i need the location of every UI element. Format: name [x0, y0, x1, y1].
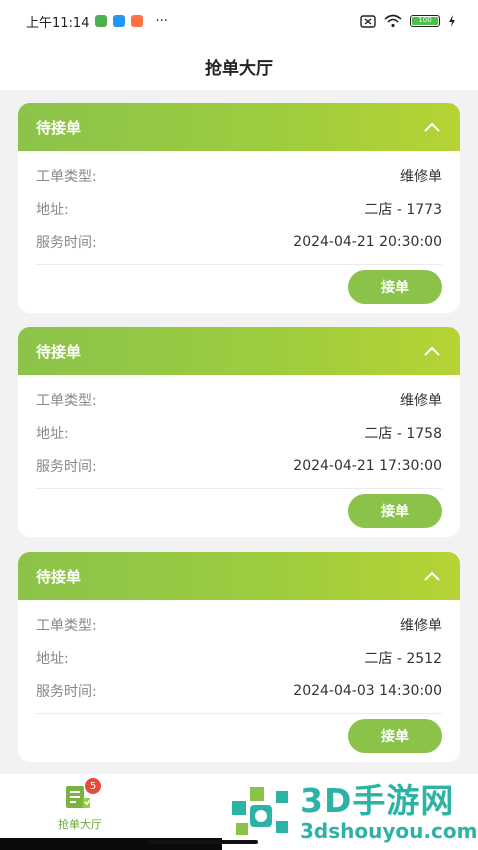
order-type-row: 工单类型: 维修单 — [36, 383, 442, 416]
order-status: 待接单 — [36, 118, 82, 137]
order-time-value: 2024-04-21 20:30:00 — [293, 233, 442, 250]
order-address-value: 二店 - 2512 — [364, 650, 442, 667]
order-type-value: 维修单 — [400, 617, 442, 634]
app-notification-icon — [131, 15, 144, 27]
battery-level: 100 — [412, 17, 438, 25]
order-address-label: 地址: — [36, 201, 69, 218]
tab-badge: 5 — [85, 778, 101, 794]
order-card-body: 工单类型: 维修单 地址: 二店 - 1758 服务时间: 2024-04-21… — [18, 375, 460, 489]
status-time: 上午11:14 — [26, 15, 90, 31]
order-time-row: 服务时间: 2024-04-03 14:30:00 — [36, 674, 442, 707]
order-time-row: 服务时间: 2024-04-21 17:30:00 — [36, 449, 442, 482]
tab-order-hall[interactable]: 5 抢单大厅 — [40, 778, 120, 838]
charging-icon — [449, 15, 455, 27]
order-card-header[interactable]: 待接单 — [18, 327, 460, 375]
battery-icon: 100 — [410, 15, 440, 27]
divider — [36, 264, 442, 265]
watermark-sub: 3dshouyou.com — [300, 819, 478, 843]
tab-label: 抢单大厅 — [58, 818, 102, 831]
order-card: 待接单 工单类型: 维修单 地址: 二店 - 2512 服务时间: 2024-0… — [18, 552, 460, 762]
status-bar: 上午11:14 ··· 100 — [0, 0, 478, 42]
order-card-body: 工单类型: 维修单 地址: 二店 - 1773 服务时间: 2024-04-21… — [18, 151, 460, 265]
order-time-row: 服务时间: 2024-04-21 20:30:00 — [36, 225, 442, 258]
order-time-value: 2024-04-21 17:30:00 — [293, 457, 442, 474]
tab-icon-wrap: 5 — [63, 778, 101, 812]
order-address-label: 地址: — [36, 650, 69, 667]
chevron-up-icon[interactable] — [422, 341, 442, 361]
order-address-value: 二店 - 1758 — [364, 425, 442, 442]
order-card-body: 工单类型: 维修单 地址: 二店 - 2512 服务时间: 2024-04-03… — [18, 600, 460, 714]
accept-order-button[interactable]: 接单 — [348, 494, 442, 528]
watermark-text: 3D手游网 3dshouyou.com — [300, 781, 478, 843]
order-time-label: 服务时间: — [36, 234, 97, 251]
order-card-header[interactable]: 待接单 — [18, 103, 460, 151]
order-type-label: 工单类型: — [36, 617, 97, 634]
order-card: 待接单 工单类型: 维修单 地址: 二店 - 1758 服务时间: 2024-0… — [18, 327, 460, 537]
divider — [36, 713, 442, 714]
order-address-row: 地址: 二店 - 2512 — [36, 641, 442, 674]
order-status: 待接单 — [36, 567, 82, 586]
watermark: 3D手游网 3dshouyou.com — [222, 774, 478, 850]
order-address-label: 地址: — [36, 425, 69, 442]
page-title: 抢单大厅 — [205, 58, 273, 79]
nav-bar: 抢单大厅 — [0, 42, 478, 90]
status-left: 上午11:14 ··· — [26, 12, 168, 31]
order-type-value: 维修单 — [400, 168, 442, 185]
order-time-label: 服务时间: — [36, 683, 97, 700]
order-card-header[interactable]: 待接单 — [18, 552, 460, 600]
order-address-value: 二店 - 1773 — [364, 201, 442, 218]
order-address-row: 地址: 二店 - 1758 — [36, 416, 442, 449]
order-address-row: 地址: 二店 - 1773 — [36, 192, 442, 225]
chevron-up-icon[interactable] — [422, 117, 442, 137]
order-time-label: 服务时间: — [36, 458, 97, 475]
message-notification-icon — [113, 15, 126, 27]
divider — [36, 488, 442, 489]
accept-order-button[interactable]: 接单 — [348, 719, 442, 753]
sim-off-icon — [360, 14, 376, 28]
order-time-value: 2024-04-03 14:30:00 — [293, 682, 442, 699]
order-card: 待接单 工单类型: 维修单 地址: 二店 - 1773 服务时间: 2024-0… — [18, 103, 460, 313]
home-indicator-pill[interactable] — [148, 840, 258, 844]
accept-order-button[interactable]: 接单 — [348, 270, 442, 304]
wifi-icon — [384, 14, 402, 28]
order-type-label: 工单类型: — [36, 392, 97, 409]
order-type-row: 工单类型: 维修单 — [36, 608, 442, 641]
order-type-row: 工单类型: 维修单 — [36, 159, 442, 192]
order-type-label: 工单类型: — [36, 168, 97, 185]
watermark-main: 3D手游网 — [300, 781, 455, 820]
order-status: 待接单 — [36, 342, 82, 361]
chevron-up-icon[interactable] — [422, 566, 442, 586]
watermark-logo-icon — [232, 787, 288, 835]
order-type-value: 维修单 — [400, 392, 442, 409]
status-right: 100 — [360, 14, 456, 28]
wechat-notification-icon — [95, 15, 108, 27]
status-more: ··· — [155, 13, 168, 29]
